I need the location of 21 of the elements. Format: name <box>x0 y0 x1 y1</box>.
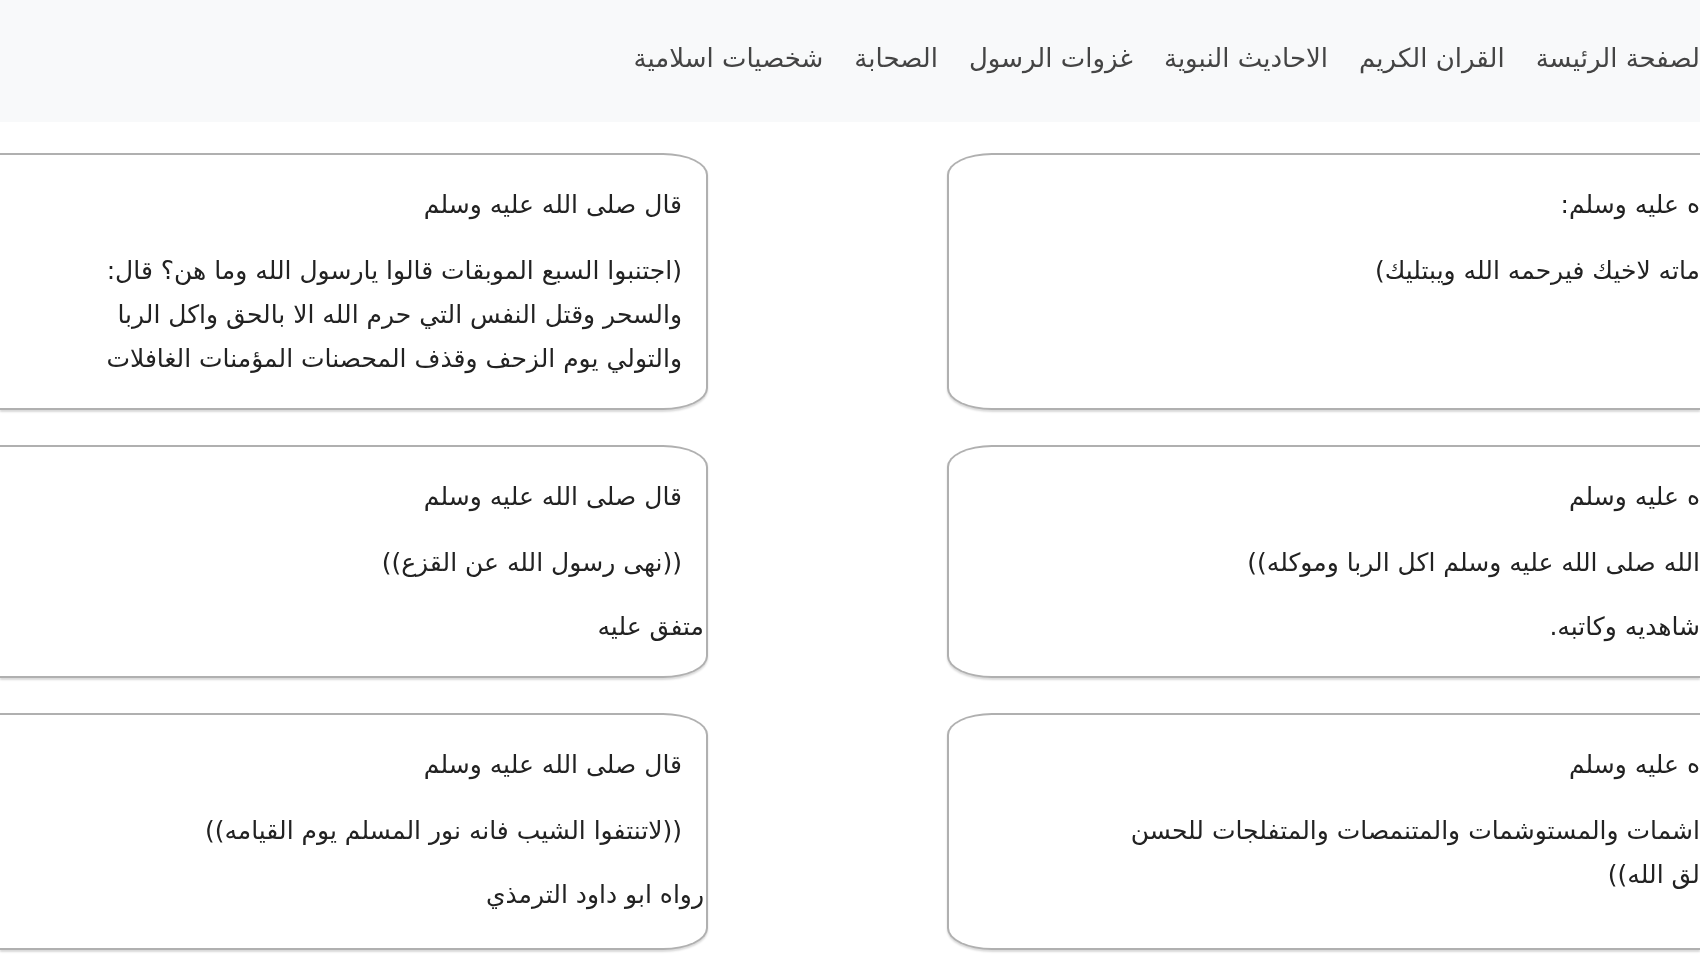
hadith-text: اشمات والمستوشمات والمتنمصات والمتفلجات للحسن لق الله)) <box>1129 815 1700 891</box>
nav-link[interactable]: شخصيات اسلامية <box>633 43 824 73</box>
nav-link[interactable]: الصحابة <box>854 43 938 73</box>
source-text: رواه ابو داود الترمذي <box>484 879 704 912</box>
card-title: قال صلى الله عليه وسلم <box>422 189 682 222</box>
card-title: ه عليه وسلم <box>1567 749 1700 782</box>
card-title: قال صلى الله عليه وسلم <box>422 481 682 514</box>
nav-link[interactable]: الاحاديث النبوية <box>1163 43 1329 73</box>
source-text: شاهديه وكاتبه. <box>1548 611 1700 644</box>
card-title: ه عليه وسلم <box>1567 481 1700 514</box>
nav-link[interactable]: غزوات الرسول <box>968 43 1133 73</box>
hadith-text: ماته لاخيك فيرحمه الله ويبتليك) <box>1373 255 1700 288</box>
hadith-text: ((نهى رسول الله عن القزع)) <box>380 547 682 579</box>
hadith-text: (اجتنبوا السبع الموبقات قالوا يارسول الله وما هن؟ قال: والسحر وقتل النفس التي حرم الله الا بالحق واكل الربا والتولي يوم الزحف وقذف المحصنات المؤمنات الغافلات <box>105 255 682 376</box>
card-title: قال صلى الله عليه وسلم <box>422 749 682 782</box>
card-title: ه عليه وسلم: <box>1559 189 1700 222</box>
nav-link[interactable]: القران الكريم <box>1359 43 1505 73</box>
hadith-text: ((لاتنتفوا الشيب فانه نور المسلم يوم القيامه)) <box>203 815 682 847</box>
source-text: متفق عليه <box>596 611 704 643</box>
hadith-text: الله صلى الله عليه وسلم اكل الربا وموكله)) <box>1246 547 1700 580</box>
nav-link[interactable]: لصفحة الرئيسة <box>1535 43 1700 73</box>
